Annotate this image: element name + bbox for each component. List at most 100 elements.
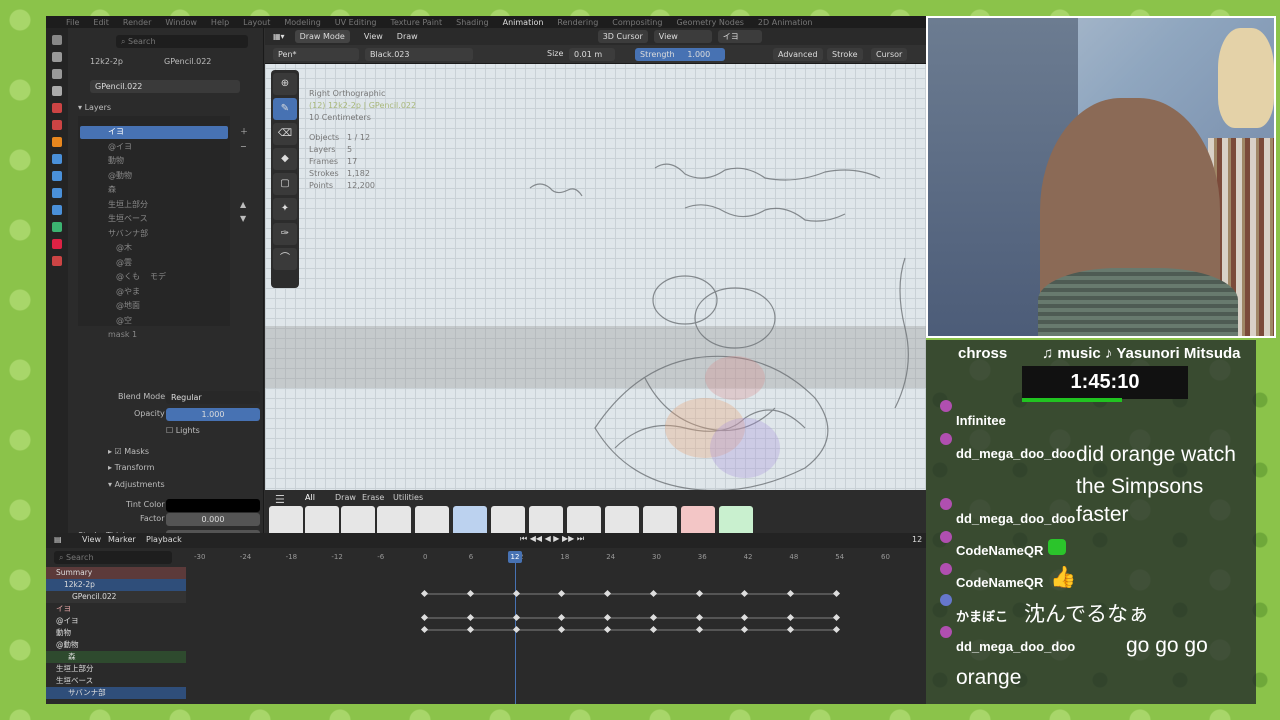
channel-layer[interactable]: 動物	[46, 627, 186, 639]
keyframe[interactable]	[741, 613, 749, 622]
jump-start-button[interactable]: ⏮ ◀◀ ◀ ▶ ▶▶ ⏭	[520, 534, 584, 544]
keyframe[interactable]	[695, 589, 703, 598]
keyframe[interactable]	[604, 613, 612, 622]
editor-type-icon[interactable]: ▤	[54, 535, 62, 544]
workspace-compositing[interactable]: Compositing	[612, 18, 662, 27]
blend-mode-select[interactable]: Regular	[166, 391, 260, 404]
menu-edit[interactable]: Edit	[93, 18, 109, 27]
workspace-animation[interactable]: Animation	[503, 18, 544, 27]
layer-item[interactable]: @動物	[108, 169, 132, 183]
keyframe[interactable]	[558, 613, 566, 622]
shelf-tab-all[interactable]: All	[305, 493, 315, 502]
layer-item[interactable]: @空	[116, 314, 132, 328]
channel-summary[interactable]: Summary	[46, 567, 186, 579]
output-tab-icon[interactable]	[52, 69, 62, 79]
menu-file[interactable]: File	[66, 18, 79, 27]
render-tab-icon[interactable]	[52, 52, 62, 62]
masks-panel[interactable]: ▸ ☑ Masks	[108, 445, 149, 459]
remove-layer-icon[interactable]: −	[240, 140, 247, 154]
keyframe[interactable]	[832, 625, 841, 634]
shelf-tab-draw[interactable]: Draw	[335, 493, 356, 502]
layer-item[interactable]: 生垣ベース	[108, 212, 148, 226]
move-up-icon[interactable]: ▲	[240, 198, 246, 212]
layer-item[interactable]: @やま	[116, 285, 140, 299]
menu-render[interactable]: Render	[123, 18, 151, 27]
keyframe[interactable]	[649, 625, 657, 634]
layer-item[interactable]: @雲	[116, 256, 132, 270]
channel-layer[interactable]: イヨ	[46, 603, 186, 615]
shelf-menu-icon[interactable]: ☰	[275, 493, 285, 506]
workspace-rendering[interactable]: Rendering	[557, 18, 598, 27]
layer-item[interactable]: 森	[108, 183, 116, 197]
layer-item[interactable]: mask 1	[108, 328, 137, 342]
channel-gp-data[interactable]: GPencil.022	[46, 591, 186, 603]
shaderfx-tab-icon[interactable]	[52, 171, 62, 181]
timeline-marker-menu[interactable]: Marker	[108, 535, 136, 544]
keyframe[interactable]	[420, 589, 429, 598]
menu-window[interactable]: Window	[165, 18, 197, 27]
layer-item[interactable]: サバンナ部	[108, 227, 148, 241]
timeline-playback-menu[interactable]: Playback	[146, 535, 182, 544]
object-tab-icon[interactable]	[52, 137, 62, 147]
data-tab-icon[interactable]	[52, 222, 62, 232]
channel-layer[interactable]: 生垣上部分	[46, 663, 186, 675]
keyframe[interactable]	[558, 625, 566, 634]
layer-item[interactable]: 動物	[108, 154, 124, 168]
tint-color-swatch[interactable]	[166, 499, 260, 512]
keyframe[interactable]	[832, 589, 841, 598]
material-tab-icon[interactable]	[52, 239, 62, 249]
scene-tab-icon[interactable]	[52, 103, 62, 113]
layer-item[interactable]: @くも	[116, 270, 140, 284]
keyframe[interactable]	[466, 625, 474, 634]
keyframe[interactable]	[512, 625, 520, 634]
keyframe[interactable]	[558, 589, 566, 598]
keyframe[interactable]	[695, 613, 703, 622]
keyframe[interactable]	[832, 613, 841, 622]
keyframe[interactable]	[695, 625, 703, 634]
workspace-geonodes[interactable]: Geometry Nodes	[676, 18, 743, 27]
workspace-modeling[interactable]: Modeling	[284, 18, 320, 27]
adjustments-panel[interactable]: ▾ Adjustments	[108, 478, 165, 492]
keyframe[interactable]	[512, 613, 520, 622]
lights-checkbox[interactable]: ☐ Lights	[166, 424, 200, 438]
keyframe[interactable]	[512, 589, 520, 598]
layer-item[interactable]: @イヨ	[108, 140, 132, 154]
playhead-badge[interactable]: 12	[508, 551, 522, 563]
channel-layer[interactable]: 森	[46, 651, 186, 663]
transform-panel[interactable]: ▸ Transform	[108, 461, 154, 475]
keyframe[interactable]	[604, 589, 612, 598]
layer-row-active[interactable]	[80, 126, 228, 139]
keyframe[interactable]	[649, 613, 657, 622]
properties-search-input[interactable]: ⌕ Search	[116, 35, 248, 48]
layer-item[interactable]: @木	[116, 241, 132, 255]
current-frame-field[interactable]: 12	[912, 535, 922, 544]
modifier-tab-icon[interactable]	[52, 154, 62, 164]
keyframe[interactable]	[420, 613, 429, 622]
channel-layer[interactable]: サバンナ部	[46, 687, 186, 699]
factor-slider[interactable]: 0.000	[166, 513, 260, 526]
timeline-view-menu[interactable]: View	[82, 535, 101, 544]
keyframe[interactable]	[787, 589, 795, 598]
3d-viewport[interactable]: ▦▾ Draw Mode View Draw 3D Cursor View イヨ…	[265, 28, 926, 540]
workspace-shading[interactable]: Shading	[456, 18, 489, 27]
channel-layer[interactable]: 生垣ベース	[46, 675, 186, 687]
layers-header[interactable]: ▾ Layers	[78, 101, 111, 115]
physics-tab-icon[interactable]	[52, 188, 62, 198]
channel-search-input[interactable]: ⌕ Search	[54, 551, 172, 564]
channel-object[interactable]: 12k2-2p	[46, 579, 186, 591]
constraints-tab-icon[interactable]	[52, 205, 62, 215]
keyframe[interactable]	[649, 589, 657, 598]
keyframe[interactable]	[741, 625, 749, 634]
menu-help[interactable]: Help	[211, 18, 229, 27]
world-tab-icon[interactable]	[52, 120, 62, 130]
channel-layer[interactable]: @イヨ	[46, 615, 186, 627]
keyframe[interactable]	[787, 613, 795, 622]
workspace-2danim[interactable]: 2D Animation	[758, 18, 813, 27]
layer-item[interactable]: @地面	[116, 299, 140, 313]
data-name-field[interactable]: GPencil.022	[90, 80, 240, 93]
keyframe[interactable]	[466, 589, 474, 598]
workspace-uv[interactable]: UV Editing	[335, 18, 377, 27]
shelf-tab-utilities[interactable]: Utilities	[393, 493, 423, 502]
add-layer-icon[interactable]: ＋	[240, 125, 248, 139]
tool-tab-icon[interactable]	[52, 35, 62, 45]
